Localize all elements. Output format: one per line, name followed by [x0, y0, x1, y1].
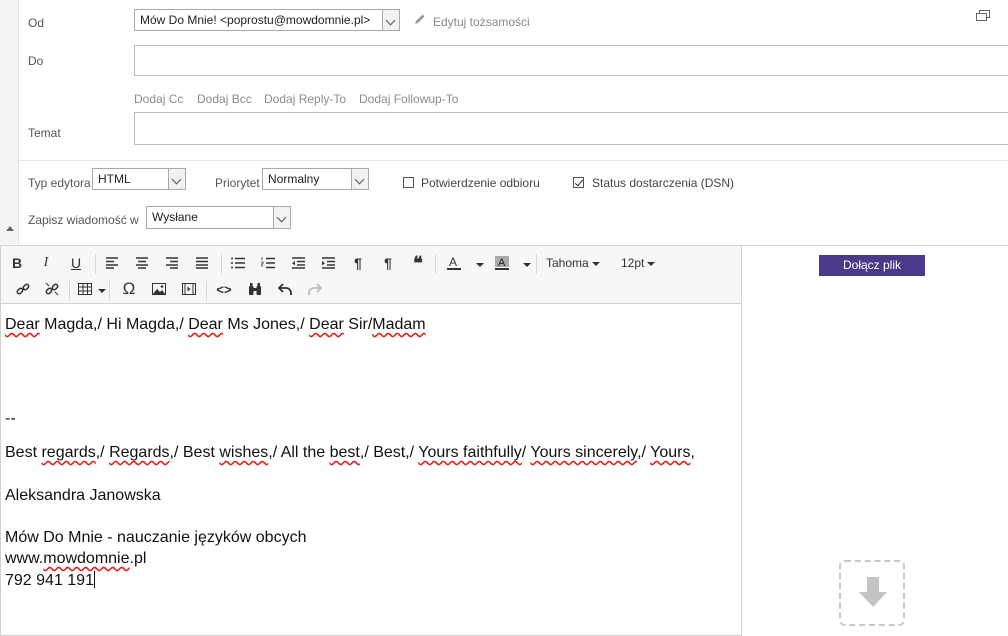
add-bcc-link[interactable]: Dodaj Bcc [197, 92, 252, 106]
read-receipt-checkbox[interactable] [403, 177, 414, 188]
font-size-dropdown[interactable]: 12pt [621, 256, 656, 270]
signature-company: Mów Do Mnie - nauczanie języków obcych [5, 529, 307, 546]
align-justify-icon[interactable] [191, 252, 213, 274]
editor-type-value: HTML [98, 172, 131, 186]
italic-icon[interactable]: I [35, 252, 57, 274]
font-family-dropdown[interactable]: Tahoma [546, 256, 600, 270]
edit-identities-link[interactable]: Edytuj tożsamości [433, 15, 530, 29]
priority-label: Priorytet [215, 176, 260, 190]
undo-icon[interactable] [274, 278, 296, 300]
font-size-value: 12pt [621, 256, 645, 270]
bold-icon[interactable]: B [6, 252, 28, 274]
chevron-down-icon[interactable] [98, 289, 106, 293]
signature-name: Aleksandra Janowska [5, 487, 161, 504]
indent-icon[interactable] [317, 252, 339, 274]
ltr-icon[interactable]: ¶ [347, 252, 369, 274]
from-value: Mów Do Mnie! <poprostu@mowdomnie.pl> [140, 13, 371, 27]
closing-line: Best regards,/ Regards,/ Best wishes,/ A… [5, 444, 695, 461]
chevron-down-icon [351, 169, 368, 189]
to-field[interactable] [134, 45, 1008, 76]
link-icon[interactable] [12, 278, 34, 300]
priority-select[interactable]: Normalny [262, 168, 369, 190]
source-code-icon[interactable]: <> [213, 278, 235, 300]
add-reply-to-link[interactable]: Dodaj Reply-To [264, 92, 346, 106]
font-family-value: Tahoma [546, 256, 589, 270]
dsn-label[interactable]: Status dostarczenia (DSN) [592, 176, 734, 190]
redo-icon[interactable] [304, 278, 326, 300]
editor-toolbar: B I U ¶ ¶ ❝ A A Tahoma 12pt Ω <> [1, 246, 741, 304]
toolbar-separator [206, 281, 207, 301]
attach-file-button[interactable]: Dołącz plik [819, 255, 925, 276]
from-label: Od [28, 16, 45, 30]
special-character-icon[interactable]: Ω [118, 278, 140, 300]
signature-phone: 792 941 191 [5, 571, 95, 590]
text-color-icon[interactable]: A [443, 252, 465, 274]
table-icon[interactable] [74, 278, 96, 300]
options-divider [19, 160, 1008, 161]
read-receipt-label[interactable]: Potwierdzenie odbioru [421, 176, 540, 190]
search-replace-icon[interactable] [244, 278, 266, 300]
from-select[interactable]: Mów Do Mnie! <poprostu@mowdomnie.pl> [134, 9, 400, 31]
chevron-down-icon[interactable] [523, 263, 531, 267]
outdent-icon[interactable] [287, 252, 309, 274]
unlink-icon[interactable] [41, 278, 63, 300]
collapse-up-icon[interactable] [6, 226, 14, 231]
save-in-value: Wysłane [152, 210, 198, 224]
message-editor: B I U ¶ ¶ ❝ A A Tahoma 12pt Ω <> Dear Ma… [0, 245, 742, 636]
add-cc-link[interactable]: Dodaj Cc [134, 92, 183, 106]
editor-type-select[interactable]: HTML [92, 168, 186, 190]
toolbar-separator [69, 281, 70, 301]
dsn-checkbox[interactable] [573, 177, 584, 188]
align-left-icon[interactable] [101, 252, 123, 274]
text-cursor [93, 571, 95, 588]
pencil-icon[interactable] [414, 13, 426, 25]
phone-text: 792 941 191 [5, 572, 94, 589]
popout-icon[interactable] [976, 10, 990, 22]
priority-value: Normalny [268, 172, 320, 186]
toolbar-separator [536, 254, 537, 274]
bullet-list-icon[interactable] [227, 252, 249, 274]
image-icon[interactable] [148, 278, 170, 300]
attachments-panel: Dołącz plik [742, 245, 1008, 636]
signature-website: www.mowdomnie.pl [5, 550, 147, 567]
toolbar-separator [221, 254, 222, 274]
chevron-down-icon[interactable] [476, 263, 484, 267]
subject-label: Temat [28, 126, 61, 140]
rtl-icon[interactable]: ¶ [377, 252, 399, 274]
svg-text:A: A [449, 256, 457, 269]
blockquote-icon[interactable]: ❝ [407, 252, 429, 274]
upload-dropzone[interactable] [839, 560, 905, 626]
chevron-down-icon [382, 10, 399, 30]
underline-icon[interactable]: U [65, 252, 87, 274]
chevron-down-icon [168, 169, 185, 189]
chevron-down-icon [647, 261, 656, 266]
align-center-icon[interactable] [131, 252, 153, 274]
background-color-icon[interactable]: A [491, 252, 513, 274]
toolbar-separator [109, 281, 110, 301]
align-right-icon[interactable] [161, 252, 183, 274]
subject-field[interactable] [134, 112, 1008, 145]
add-followup-to-link[interactable]: Dodaj Followup-To [359, 92, 458, 106]
svg-text:A: A [498, 257, 506, 269]
to-label: Do [28, 54, 44, 68]
download-arrow-icon [856, 576, 890, 610]
save-in-label: Zapisz wiadomość w [28, 213, 139, 227]
greeting-line: Dear Magda,/ Hi Magda,/ Dear Ms Jones,/ … [5, 316, 426, 333]
chevron-down-icon [591, 261, 600, 266]
numbered-list-icon[interactable] [257, 252, 279, 274]
editor-type-label: Typ edytora [28, 176, 91, 190]
toolbar-separator [95, 254, 96, 274]
toolbar-separator [435, 254, 436, 274]
collapse-strip[interactable] [0, 0, 19, 244]
chevron-down-icon [273, 207, 290, 228]
save-in-select[interactable]: Wysłane [146, 206, 291, 229]
compose-headers: Od Mów Do Mnie! <poprostu@mowdomnie.pl> … [0, 0, 1008, 244]
media-icon[interactable] [178, 278, 200, 300]
signature-separator: -- [5, 410, 16, 427]
